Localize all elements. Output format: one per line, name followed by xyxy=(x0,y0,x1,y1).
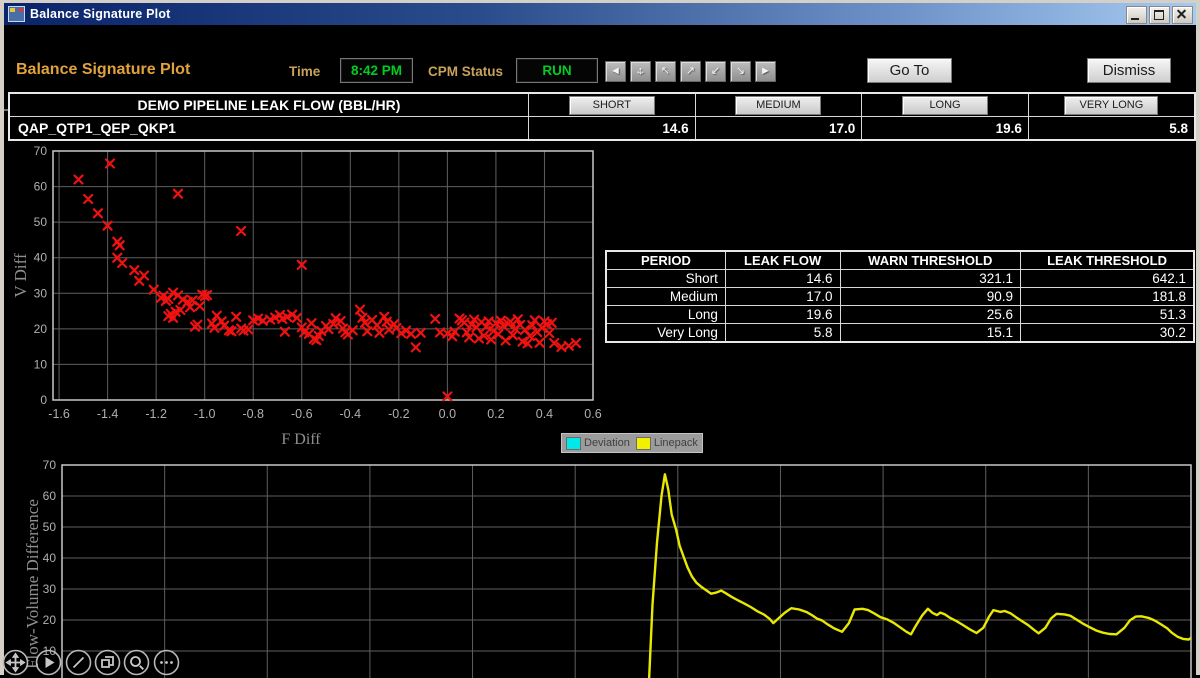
svg-text:70: 70 xyxy=(43,458,57,472)
svg-text:0.4: 0.4 xyxy=(536,407,553,421)
linepack-swatch-icon xyxy=(636,437,651,450)
svg-text:-0.2: -0.2 xyxy=(388,407,410,421)
step-left-button[interactable]: ◄ xyxy=(605,61,626,82)
step-up-left-icon: ↖ xyxy=(661,66,670,77)
svg-text:70: 70 xyxy=(34,144,48,158)
svg-text:50: 50 xyxy=(34,215,48,229)
deviation-swatch-icon xyxy=(566,437,581,450)
maximize-icon xyxy=(1154,10,1164,20)
svg-text:60: 60 xyxy=(34,180,48,194)
pan-move-button[interactable]: ↔↕ xyxy=(630,61,651,82)
pan-navigation-buttons: ◄ ↔↕ ↖ ↗ ↙ ↘ ► xyxy=(605,61,776,82)
period-button-medium[interactable]: MEDIUM xyxy=(735,96,821,115)
leak-flow-medium-value: 17.0 xyxy=(695,117,862,141)
header-band: Balance Signature Plot Time 8:42 PM CPM … xyxy=(4,25,1196,87)
cpm-status-value-box: RUN xyxy=(516,58,598,83)
legend-item-deviation[interactable]: Deviation xyxy=(566,437,630,450)
pan-icon[interactable] xyxy=(2,649,29,676)
svg-text:30: 30 xyxy=(43,582,57,596)
scatter-x-axis-label: F Diff xyxy=(281,431,321,448)
column-header-warn-threshold: WARN THRESHOLD xyxy=(840,251,1021,270)
svg-text:-0.4: -0.4 xyxy=(340,407,362,421)
step-down-right-icon: ↘ xyxy=(736,66,745,77)
edit-icon[interactable] xyxy=(65,649,92,676)
legend-item-linepack[interactable]: Linepack xyxy=(636,437,698,450)
period-button-long[interactable]: LONG xyxy=(902,96,988,115)
svg-text:-0.8: -0.8 xyxy=(242,407,264,421)
scatter-y-axis-label: V Diff xyxy=(11,253,30,298)
svg-text:-1.2: -1.2 xyxy=(145,407,167,421)
table-row: QAP_QTP1_QEP_QKP1 14.6 17.0 19.6 5.8 xyxy=(9,117,1195,141)
balance-signature-scatter-chart: 0 10 20 30 40 50 60 70 -1.6 -1.4 -1.2 -1.0 -0.8 -0.6 -… xyxy=(4,143,604,458)
svg-text:-1.4: -1.4 xyxy=(97,407,119,421)
leak-flow-table-title: DEMO PIPELINE LEAK FLOW (BBL/HR) xyxy=(9,93,528,117)
title-bar: Balance Signature Plot xyxy=(4,3,1196,25)
svg-text:20: 20 xyxy=(34,322,48,336)
svg-text:-0.6: -0.6 xyxy=(291,407,313,421)
leak-flow-long-value: 19.6 xyxy=(862,117,1029,141)
step-right-button[interactable]: ► xyxy=(755,61,776,82)
step-down-right-button[interactable]: ↘ xyxy=(730,61,751,82)
step-down-left-button[interactable]: ↙ xyxy=(705,61,726,82)
cpm-status-label: CPM Status xyxy=(428,64,503,79)
page-title: Balance Signature Plot xyxy=(16,61,190,79)
step-right-icon: ► xyxy=(760,66,771,77)
go-to-button[interactable]: Go To xyxy=(867,58,952,83)
svg-text:40: 40 xyxy=(43,551,57,565)
svg-text:20: 20 xyxy=(43,613,57,627)
svg-text:40: 40 xyxy=(34,251,48,265)
window-title: Balance Signature Plot xyxy=(30,7,171,21)
app-icon xyxy=(8,6,25,22)
close-button[interactable] xyxy=(1172,6,1193,24)
trend-y-axis-label: Flow-Volume Difference xyxy=(23,499,42,669)
svg-text:0.2: 0.2 xyxy=(487,407,504,421)
step-left-icon: ◄ xyxy=(610,66,621,77)
play-icon[interactable] xyxy=(35,649,62,676)
leak-flow-table: DEMO PIPELINE LEAK FLOW (BBL/HR) SHORT M… xyxy=(8,92,1196,141)
svg-text:30: 30 xyxy=(34,286,48,300)
minimize-icon xyxy=(1131,18,1139,20)
threshold-table: PERIOD LEAK FLOW WARN THRESHOLD LEAK THR… xyxy=(605,250,1195,343)
pipeline-name: QAP_QTP1_QEP_QKP1 xyxy=(9,117,528,141)
table-row: Very Long 5.8 15.1 30.2 xyxy=(606,324,1194,343)
period-button-short[interactable]: SHORT xyxy=(569,96,655,115)
zoom-icon[interactable] xyxy=(123,649,150,676)
table-row: Medium 17.0 90.9 181.8 xyxy=(606,288,1194,306)
time-label: Time xyxy=(289,64,320,79)
step-up-right-icon: ↗ xyxy=(686,66,695,77)
copy-icon[interactable] xyxy=(94,649,121,676)
column-header-period: PERIOD xyxy=(606,251,725,270)
table-row: Long 19.6 25.6 51.3 xyxy=(606,306,1194,324)
pan-move-icon: ↔↕ xyxy=(635,66,646,77)
period-button-very-long[interactable]: VERY LONG xyxy=(1064,96,1158,115)
dismiss-button[interactable]: Dismiss xyxy=(1087,58,1171,83)
svg-text:60: 60 xyxy=(43,489,57,503)
table-row: Short 14.6 321.1 642.1 xyxy=(606,270,1194,288)
more-icon[interactable] xyxy=(153,649,180,676)
svg-text:50: 50 xyxy=(43,520,57,534)
balance-signature-plot-window: Balance Signature Plot Balance Signature… xyxy=(0,0,1200,675)
step-up-right-button[interactable]: ↗ xyxy=(680,61,701,82)
svg-text:0: 0 xyxy=(40,393,47,407)
time-value-box: 8:42 PM xyxy=(340,58,413,83)
leak-flow-short-value: 14.6 xyxy=(528,117,695,141)
step-down-left-icon: ↙ xyxy=(711,66,720,77)
svg-text:0.6: 0.6 xyxy=(584,407,601,421)
svg-text:10: 10 xyxy=(34,357,48,371)
column-header-leak-flow: LEAK FLOW xyxy=(725,251,840,270)
svg-text:-1.6: -1.6 xyxy=(48,407,70,421)
svg-text:-1.0: -1.0 xyxy=(194,407,216,421)
column-header-leak-threshold: LEAK THRESHOLD xyxy=(1021,251,1194,270)
minimize-button[interactable] xyxy=(1126,6,1147,24)
chart-legend: Deviation Linepack xyxy=(561,433,703,453)
leak-flow-very-long-value: 5.8 xyxy=(1028,117,1195,141)
linepack-series-line xyxy=(647,474,1191,678)
flow-volume-difference-trend-chart: 10203040506070Flow-Volume Difference xyxy=(4,456,1200,678)
maximize-button[interactable] xyxy=(1149,6,1170,24)
svg-text:0.0: 0.0 xyxy=(439,407,456,421)
step-up-left-button[interactable]: ↖ xyxy=(655,61,676,82)
